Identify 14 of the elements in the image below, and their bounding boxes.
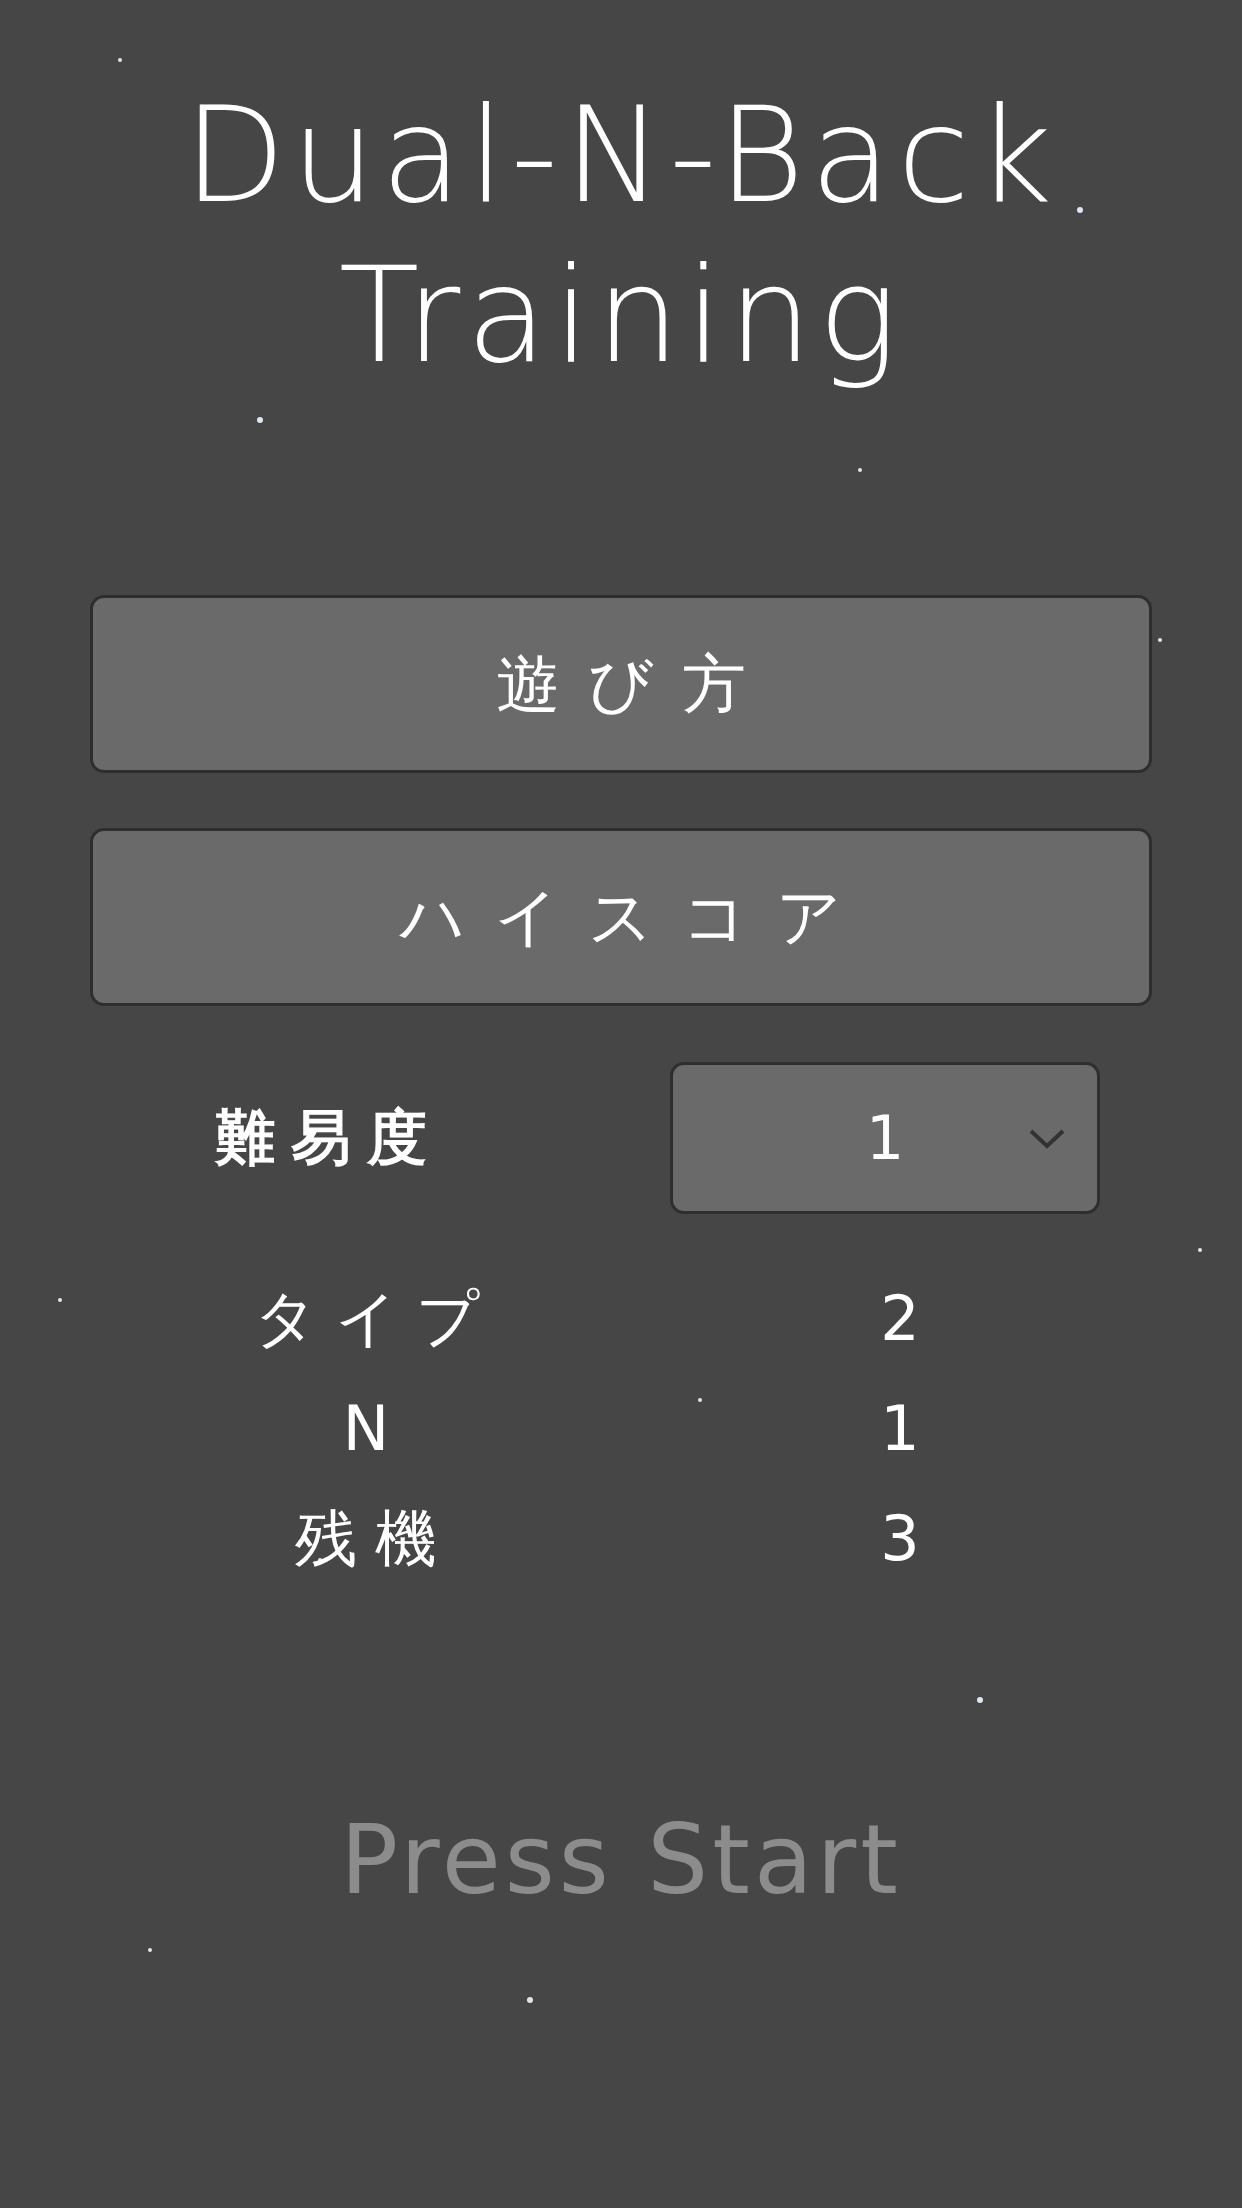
menu-button[interactable]: ハイスコア [90,828,1152,1006]
game-title: Training [338,237,904,394]
stat-value: 2 [879,1281,921,1357]
game-title: Dual-N-Back [183,77,1059,234]
difficulty-select[interactable]: 1 [670,1062,1100,1214]
stat-label: タイプ [252,1281,498,1357]
difficulty-label: 難易度 [213,1100,444,1174]
press-start-prompt[interactable]: Press Start [340,1804,902,1916]
stat-label: 残機 [294,1501,456,1577]
stat-value: 3 [879,1501,921,1577]
stat-label: N [341,1391,409,1467]
menu-button[interactable]: 遊び方 [90,595,1152,773]
chevron-down-icon [1027,1127,1067,1151]
stat-value: 1 [879,1391,921,1467]
